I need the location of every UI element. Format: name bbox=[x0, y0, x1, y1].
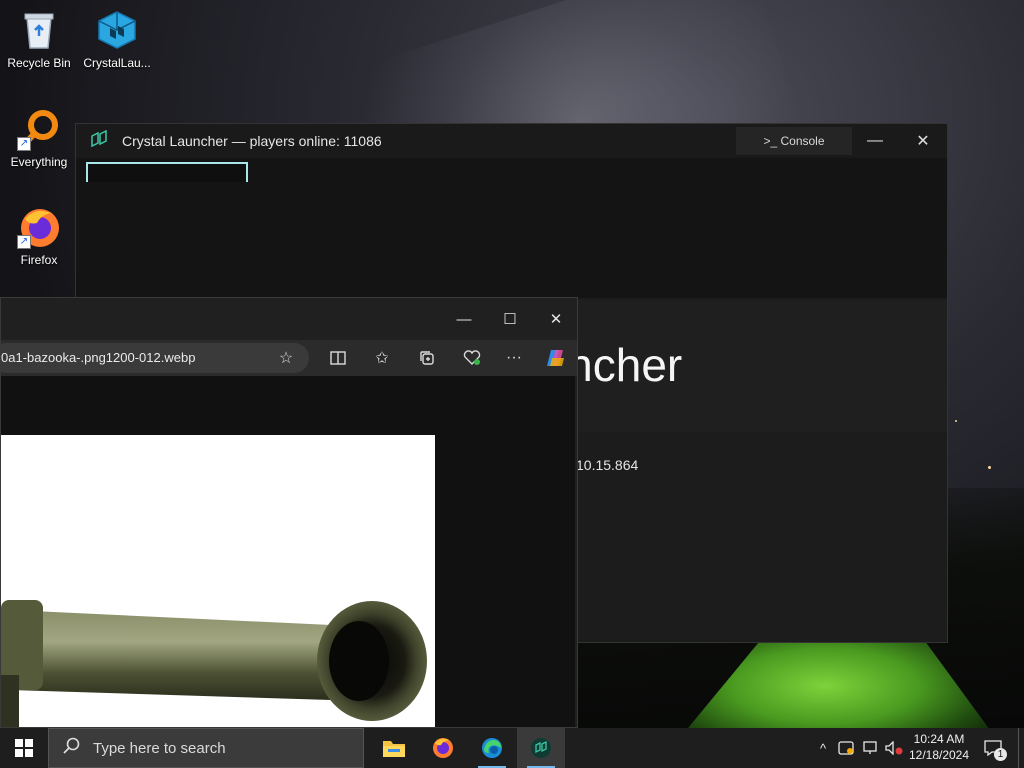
favorites-icon[interactable]: ✩ bbox=[369, 346, 395, 370]
crystal-launcher-icon bbox=[531, 738, 551, 758]
taskbar: Type here to search ^ 10:24 AM 12/18/202… bbox=[0, 728, 1024, 768]
console-button[interactable]: >_ Console bbox=[736, 127, 852, 155]
address-bar[interactable]: 0a1-bazooka-.png1200-012.webp bbox=[1, 343, 309, 373]
notification-center-icon[interactable]: 1 bbox=[980, 728, 1007, 768]
taskbar-clock[interactable]: 10:24 AM 12/18/2024 bbox=[904, 731, 974, 763]
wallpaper-star bbox=[988, 466, 991, 469]
desktop-icon-label: CrystalLau... bbox=[83, 56, 151, 70]
crystal-highlight-box bbox=[86, 162, 248, 182]
desktop-icon-crystal-launcher[interactable]: CrystalLau... bbox=[79, 8, 155, 70]
bazooka-image bbox=[1, 435, 435, 727]
crystal-close-button[interactable]: ✕ bbox=[900, 124, 946, 158]
crystal-window-title: Crystal Launcher — players online: 11086 bbox=[122, 133, 382, 149]
more-options-icon[interactable]: ··· bbox=[501, 346, 527, 370]
folder-icon bbox=[383, 741, 405, 757]
edge-icon bbox=[482, 738, 502, 758]
browser-toolbar: 0a1-bazooka-.png1200-012.webp ☆ ✩ ··· bbox=[1, 340, 577, 376]
desktop-icon-recycle-bin[interactable]: Recycle Bin bbox=[1, 8, 77, 70]
network-icon[interactable] bbox=[860, 728, 880, 768]
image-viewer-area bbox=[1, 376, 575, 727]
clock-date: 12/18/2024 bbox=[908, 748, 970, 762]
desktop-icon-label: Firefox bbox=[20, 253, 58, 267]
taskbar-crystal-launcher[interactable] bbox=[517, 728, 565, 768]
desktop-icon-label: Recycle Bin bbox=[7, 56, 71, 70]
collections-icon[interactable] bbox=[414, 346, 440, 370]
taskbar-search-box[interactable]: Type here to search bbox=[48, 728, 364, 768]
firefox-icon bbox=[433, 738, 453, 758]
search-placeholder: Type here to search bbox=[93, 739, 226, 757]
crystal-launcher-icon bbox=[95, 8, 139, 52]
browser-maximize-button[interactable]: ☐ bbox=[487, 304, 533, 334]
browser-window: — ☐ ✕ 0a1-bazooka-.png1200-012.webp ☆ ✩ … bbox=[0, 297, 578, 728]
desktop-icon-firefox[interactable]: ↗ Firefox bbox=[1, 205, 77, 267]
start-button[interactable] bbox=[0, 728, 48, 768]
crystal-app-icon bbox=[90, 129, 108, 153]
wallpaper-star bbox=[955, 420, 957, 422]
browser-minimize-button[interactable]: — bbox=[441, 304, 487, 334]
windows-logo-icon bbox=[15, 739, 33, 757]
taskbar-edge[interactable] bbox=[468, 728, 516, 768]
browser-titlebar[interactable]: — ☐ ✕ bbox=[1, 298, 577, 340]
crystal-version-text: 10.15.864 bbox=[576, 457, 639, 473]
notification-badge: 1 bbox=[994, 748, 1007, 761]
everything-search-icon: ↗ bbox=[17, 107, 61, 151]
crystal-minimize-button[interactable]: — bbox=[852, 124, 898, 158]
shortcut-arrow-icon: ↗ bbox=[17, 137, 31, 151]
search-icon bbox=[63, 737, 81, 760]
tray-update-icon[interactable] bbox=[836, 728, 856, 768]
desktop-icon-everything[interactable]: ↗ Everything bbox=[1, 107, 77, 169]
show-hidden-icons-chevron-icon[interactable]: ^ bbox=[814, 728, 832, 768]
clock-time: 10:24 AM bbox=[913, 732, 965, 746]
recycle-bin-icon bbox=[17, 8, 61, 52]
copilot-icon[interactable] bbox=[543, 346, 569, 370]
firefox-icon: ↗ bbox=[17, 205, 61, 249]
show-desktop-button[interactable] bbox=[1018, 728, 1024, 768]
desktop-icon-label: Everything bbox=[10, 155, 68, 169]
taskbar-firefox[interactable] bbox=[419, 728, 467, 768]
address-bar-text: 0a1-bazooka-.png1200-012.webp bbox=[1, 350, 196, 365]
browser-close-button[interactable]: ✕ bbox=[533, 304, 577, 334]
favorite-star-icon[interactable]: ☆ bbox=[273, 346, 299, 370]
browser-essentials-icon[interactable] bbox=[459, 346, 485, 370]
taskbar-file-explorer[interactable] bbox=[370, 728, 418, 768]
split-screen-icon[interactable] bbox=[325, 346, 351, 370]
shortcut-arrow-icon: ↗ bbox=[17, 235, 31, 249]
volume-muted-icon[interactable] bbox=[884, 728, 904, 768]
